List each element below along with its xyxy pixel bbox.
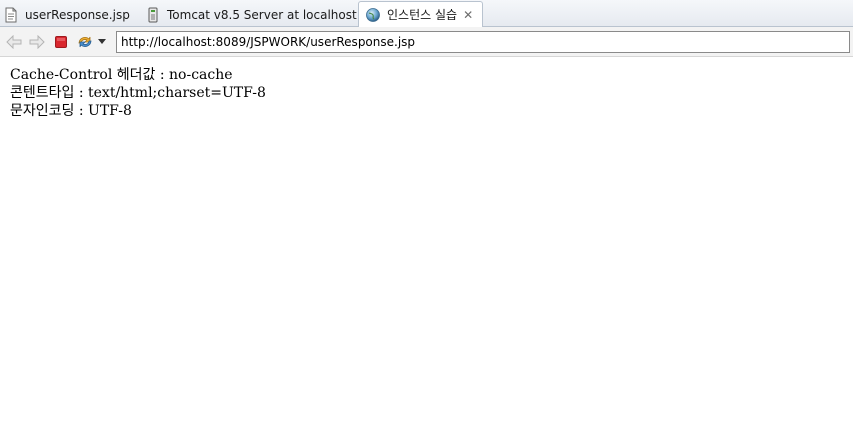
forward-button[interactable] [28,34,46,50]
tab-label: Tomcat v8.5 Server at localhost [167,7,357,22]
tab-tomcat-server[interactable]: Tomcat v8.5 Server at localhost [145,2,357,27]
chevron-down-icon [98,39,106,44]
character-encoding-line: 문자인코딩 : UTF-8 [10,103,132,119]
url-input[interactable]: http://localhost:8089/JSPWORK/userRespon… [116,31,850,53]
editor-tab-bar: userResponse.jsp Tomcat v8.5 Server at l… [0,0,853,27]
page-content: Cache-Control 헤더값 : no-cache 콘텐트타입 : tex… [10,66,840,120]
stop-button[interactable] [52,34,70,50]
back-arrow-icon [6,35,22,49]
back-button[interactable] [5,34,23,50]
tab-instance-practice[interactable]: 인스턴스 실습 ✕ [358,1,483,27]
globe-icon [365,7,381,23]
server-icon [145,7,161,23]
cache-control-line: Cache-Control 헤더값 : no-cache [10,67,233,83]
refresh-icon [78,36,92,48]
tab-user-response-jsp[interactable]: userResponse.jsp [3,2,141,27]
jsp-file-icon [3,7,19,23]
close-icon[interactable]: ✕ [463,8,473,22]
refresh-button[interactable] [76,34,94,50]
forward-arrow-icon [29,35,45,49]
refresh-dropdown-button[interactable] [96,34,108,50]
tab-label: 인스턴스 실습 [387,8,458,22]
stop-icon [55,36,67,48]
browser-toolbar: http://localhost:8089/JSPWORK/userRespon… [0,27,853,57]
content-type-line: 콘텐트타입 : text/html;charset=UTF-8 [10,85,266,101]
tab-label: userResponse.jsp [25,7,130,22]
